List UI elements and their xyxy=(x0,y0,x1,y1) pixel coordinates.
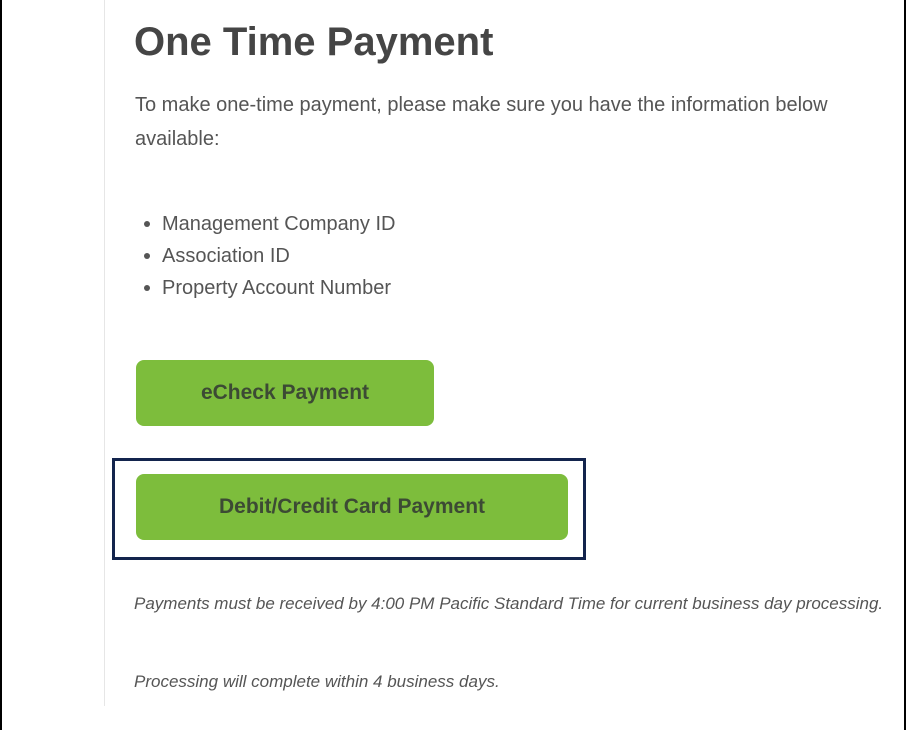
page-title: One Time Payment xyxy=(134,20,494,64)
list-item: Association ID xyxy=(134,240,395,272)
card-payment-button[interactable]: Debit/Credit Card Payment xyxy=(136,474,568,540)
requirements-list: Management Company ID Association ID Pro… xyxy=(134,208,395,304)
content-divider xyxy=(104,0,105,706)
list-item: Management Company ID xyxy=(134,208,395,240)
processing-note: Processing will complete within 4 busine… xyxy=(134,672,500,691)
bullet-icon xyxy=(144,253,150,259)
list-item-label: Association ID xyxy=(162,245,290,267)
echeck-payment-button[interactable]: eCheck Payment xyxy=(136,360,434,426)
deadline-note: Payments must be received by 4:00 PM Pac… xyxy=(134,594,884,613)
bullet-icon xyxy=(144,285,150,291)
list-item-label: Management Company ID xyxy=(162,213,396,235)
list-item: Property Account Number xyxy=(134,272,395,304)
bullet-icon xyxy=(144,221,150,227)
intro-text: To make one-time payment, please make su… xyxy=(135,94,828,150)
list-item-label: Property Account Number xyxy=(162,277,391,299)
